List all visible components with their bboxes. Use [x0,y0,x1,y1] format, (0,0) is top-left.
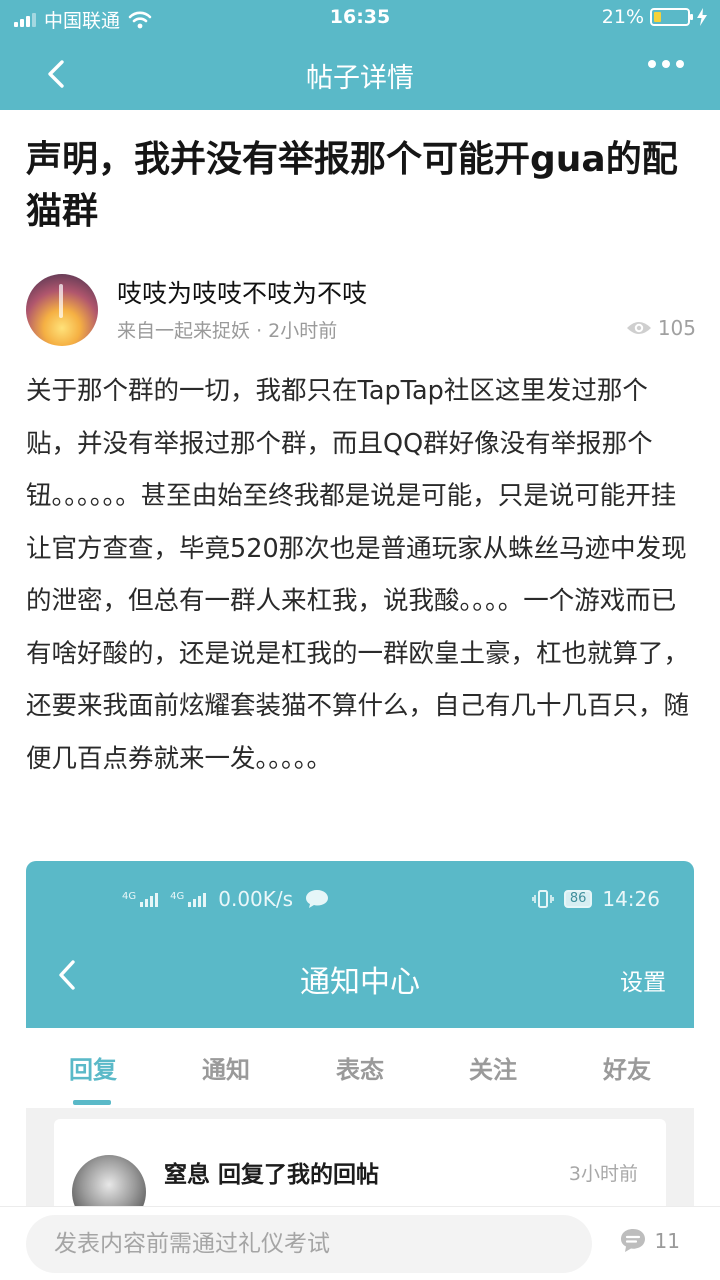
signal-icon: 4G [122,891,159,907]
post-meta: 来自一起来捉妖 · 2小时前 [117,316,337,343]
screenshot-title: 通知中心 [300,965,420,1000]
author-row: 吱吱为吱吱不吱为不吱 来自一起来捉妖 · 2小时前 105 [26,272,696,352]
screenshot-status-left: 4G 4G 0.00K/s [122,887,329,911]
battery-icon [650,8,693,26]
active-tab-indicator [73,1100,111,1105]
post-time: 2小时前 [268,320,338,342]
embedded-screenshot[interactable]: 4G 4G 0.00K/s 86 14:26 通知中心 设置 回复 通知 表态 … [26,861,694,1206]
meta-separator: · [256,320,269,342]
notification-text: 窒息 回复了我的回帖 [164,1162,380,1188]
avatar [72,1155,146,1206]
status-bar: 中国联通 16:35 21% [0,0,720,38]
tab-reaction: 表态 [336,1056,384,1084]
vibrate-icon [532,890,554,908]
view-count: 105 [626,316,696,340]
page-title: 帖子详情 [306,63,414,94]
tab-follow: 关注 [469,1056,517,1084]
author-name[interactable]: 吱吱为吱吱不吱为不吱 [117,274,367,310]
tab-reply: 回复 [69,1056,117,1084]
network-speed: 0.00K/s [218,887,294,911]
notification-card: 窒息 回复了我的回帖 3小时前 [54,1119,666,1206]
chat-bubble-icon [306,890,329,908]
notification-time: 3小时前 [568,1163,638,1185]
screenshot-battery: 86 [563,890,593,908]
signal-icon: 4G [170,891,207,907]
nav-bar: 帖子详情 [0,38,720,110]
bottom-bar: 发表内容前需通过礼仪考试 11 [0,1206,720,1280]
battery-percent: 21% [601,6,644,28]
charging-icon [697,8,707,26]
tab-friends: 好友 [603,1056,651,1084]
comment-input[interactable]: 发表内容前需通过礼仪考试 [26,1215,592,1273]
screenshot-header: 4G 4G 0.00K/s 86 14:26 通知中心 设置 [26,861,694,1028]
screenshot-settings: 设置 [620,970,666,996]
more-options-icon[interactable] [648,60,684,68]
eye-icon [626,322,651,334]
battery-area: 21% [602,6,708,28]
top-header: 中国联通 16:35 21% 帖子详情 [0,0,720,110]
screenshot-tabs: 回复 通知 表态 关注 好友 [26,1028,694,1108]
tab-notify: 通知 [202,1056,250,1084]
post-title: 声明，我并没有举报那个可能开gua的配猫群 [26,139,678,232]
post-body: 关于那个群的一切，我都只在TapTap社区这里发过那个贴，并没有举报过那个群，而… [26,376,690,774]
view-count-value: 105 [657,316,696,340]
comment-icon [620,1229,645,1252]
screenshot-status-right: 86 14:26 [532,887,660,911]
author-avatar[interactable] [26,274,98,346]
comment-count-button[interactable]: 11 [619,1227,680,1255]
screenshot-time: 14:26 [602,887,660,911]
comment-count: 11 [654,1229,680,1253]
post-source: 来自一起来捉妖 [117,320,251,342]
